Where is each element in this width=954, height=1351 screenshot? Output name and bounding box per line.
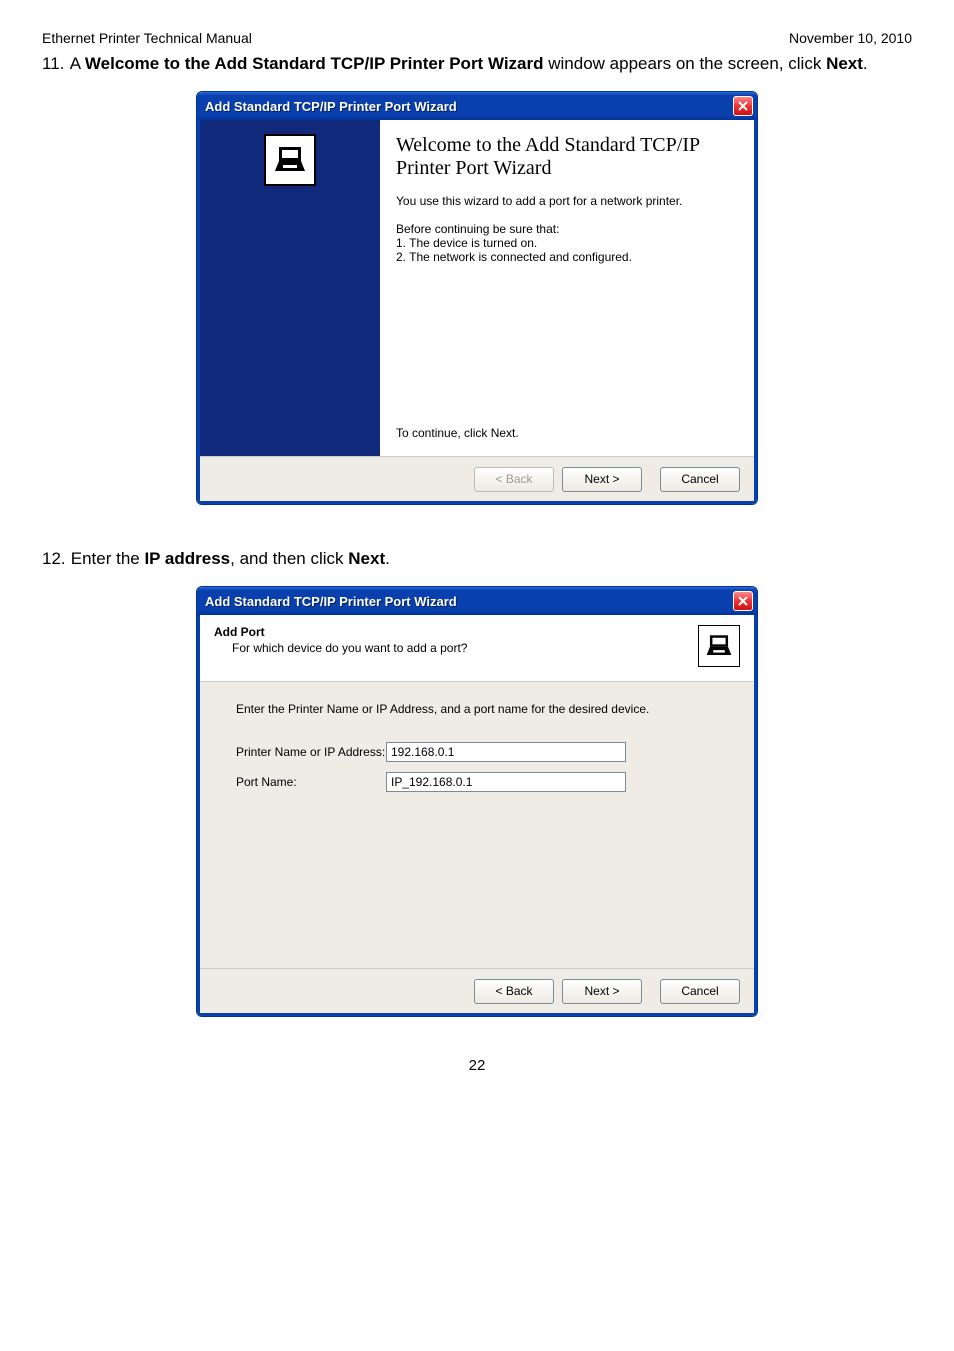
button-row: < Back Next > Cancel [200, 456, 754, 501]
close-icon [738, 596, 748, 606]
wizard-sidebar [200, 120, 380, 456]
next-button[interactable]: Next > [562, 979, 642, 1004]
wizard-welcome-dialog: Add Standard TCP/IP Printer Port Wizard … [196, 91, 758, 505]
titlebar: Add Standard TCP/IP Printer Port Wizard [197, 92, 757, 120]
dialog-title: Add Standard TCP/IP Printer Port Wizard [205, 594, 457, 609]
wizard-addport-dialog: Add Standard TCP/IP Printer Port Wizard … [196, 586, 758, 1017]
step-11-number: 11. [42, 50, 66, 77]
step-12: 12. Enter the IP address, and then click… [42, 545, 912, 572]
close-button[interactable] [733, 96, 753, 116]
cancel-button[interactable]: Cancel [660, 979, 740, 1004]
addport-title: Add Port [214, 625, 467, 639]
back-button: < Back [474, 467, 554, 492]
wizard-para2: Before continuing be sure that: 1. The d… [396, 222, 738, 264]
port-label: Port Name: [236, 775, 386, 789]
page-header: Ethernet Printer Technical Manual Novemb… [42, 30, 912, 46]
page-number: 22 [42, 1057, 912, 1074]
close-button[interactable] [733, 591, 753, 611]
next-button[interactable]: Next > [562, 467, 642, 492]
ip-label: Printer Name or IP Address: [236, 745, 386, 759]
dialog-title: Add Standard TCP/IP Printer Port Wizard [205, 99, 457, 114]
printer-icon [264, 134, 316, 186]
button-row: < Back Next > Cancel [200, 968, 754, 1013]
addport-subtitle: For which device do you want to add a po… [232, 641, 467, 655]
addport-header: Add Port For which device do you want to… [200, 615, 754, 682]
header-right: November 10, 2010 [789, 30, 912, 46]
header-left: Ethernet Printer Technical Manual [42, 30, 252, 46]
port-input[interactable] [386, 772, 626, 792]
step-12-number: 12. [42, 545, 66, 572]
cancel-button[interactable]: Cancel [660, 467, 740, 492]
step-11: 11. A Welcome to the Add Standard TCP/IP… [42, 50, 912, 77]
wizard-heading: Welcome to the Add Standard TCP/IP Print… [396, 134, 738, 180]
wizard-para1: You use this wizard to add a port for a … [396, 194, 738, 208]
printer-icon [698, 625, 740, 667]
addport-intro: Enter the Printer Name or IP Address, an… [236, 702, 724, 716]
titlebar: Add Standard TCP/IP Printer Port Wizard [197, 587, 757, 615]
back-button[interactable]: < Back [474, 979, 554, 1004]
ip-input[interactable] [386, 742, 626, 762]
close-icon [738, 101, 748, 111]
wizard-continue: To continue, click Next. [396, 426, 738, 440]
